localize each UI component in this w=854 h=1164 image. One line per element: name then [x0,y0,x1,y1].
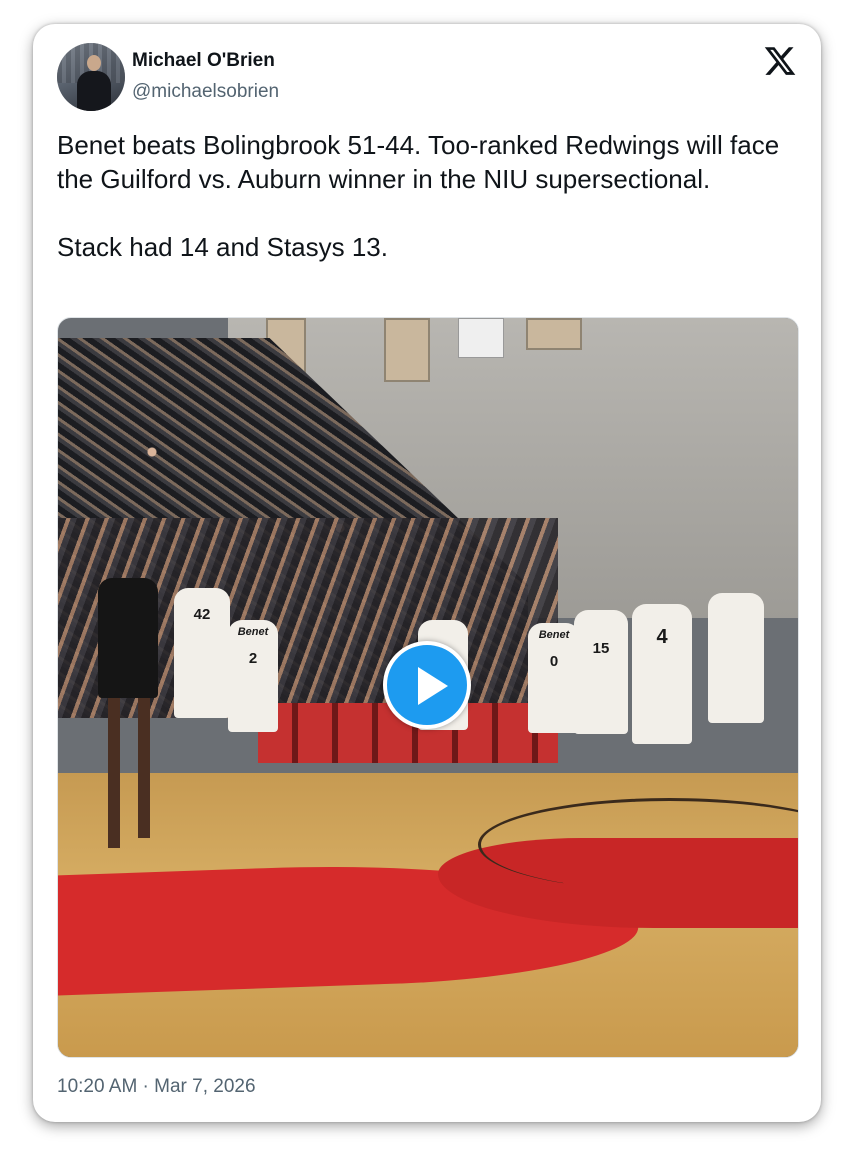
player-jersey-0: Benet 0 [528,623,580,733]
player [708,593,764,723]
player-jersey-42: 42 [174,588,230,718]
jersey-number: 2 [248,650,258,667]
wall-panel [526,318,582,350]
avatar-head [87,55,101,71]
video-play-button[interactable] [383,641,471,729]
author-handle[interactable]: @michaelsobrien [132,81,279,103]
x-logo-icon[interactable] [763,44,797,78]
author-display-name[interactable]: Michael O'Brien [132,50,275,72]
jersey-number: 0 [549,653,559,670]
player-jersey-2: Benet 2 [228,620,278,732]
tweet-card: Michael O'Brien @michaelsobrien Benet be… [33,24,821,1122]
player-jersey-4: 4 [632,604,692,744]
wall-panel [384,318,430,382]
opponent-leg [138,698,150,838]
player-jersey-15: 15 [574,610,628,734]
video-media[interactable]: 42 Benet 2 Benet 0 15 4 [57,317,799,1058]
jersey-number: 15 [592,640,610,657]
tweet-timestamp[interactable]: 10:20 AM · Mar 7, 2026 [57,1076,256,1098]
play-icon [418,667,448,705]
jersey-text: Benet [538,629,570,641]
opponent-player [98,578,158,698]
tweet-text: Benet beats Bolingbrook 51-44. Too-ranke… [57,130,780,262]
jersey-number: 4 [656,626,668,648]
jersey-text: Benet [237,626,269,638]
avatar-body [77,71,111,111]
wall-banner [458,318,504,358]
opponent-leg [108,698,120,848]
jersey-number: 42 [193,606,211,623]
avatar[interactable] [57,43,125,111]
